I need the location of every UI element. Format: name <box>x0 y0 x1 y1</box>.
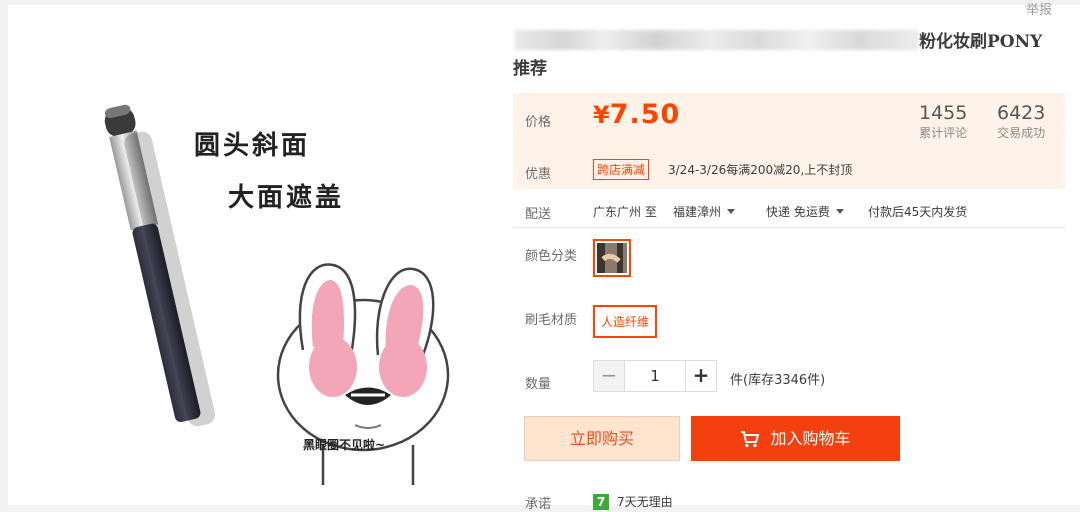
image-caption: 黑眼圈不见啦~ <box>303 438 386 452</box>
trades-label: 交易成功 <box>997 126 1046 140</box>
promise-label: 承诺 <box>525 497 552 512</box>
product-main-image[interactable]: 圆头斜面 大面遮盖 黑眼圈不见啦~ <box>8 5 498 505</box>
currency-symbol: ¥ <box>593 101 610 129</box>
section-divider <box>513 227 1065 228</box>
product-title: 粉化妆刷PONY 推荐 <box>513 29 1053 83</box>
shipping-origin: 广东广州 至 <box>593 205 657 219</box>
promo-badge[interactable]: 跨店满减 <box>593 159 650 180</box>
quantity-stepper: − 1 + <box>593 360 717 392</box>
price-value: ¥7.50 <box>593 99 680 130</box>
price-number: 7.50 <box>609 99 681 130</box>
shipping-destination-dropdown[interactable]: 福建漳州 <box>673 203 736 220</box>
shipping-label: 配送 <box>525 207 552 222</box>
swatch-thumbnail-image <box>597 243 627 273</box>
reviews-label: 累计评论 <box>919 126 968 140</box>
reviews-count: 1455 <box>919 102 968 124</box>
slogan-line-1: 圆头斜面 <box>194 131 311 161</box>
chevron-down-icon <box>727 209 736 214</box>
price-label: 价格 <box>525 115 552 130</box>
shipping-method: 快递 免运费 <box>766 205 830 219</box>
promise-text[interactable]: 7天无理由 <box>617 493 673 510</box>
quantity-increment-button[interactable]: + <box>685 360 717 392</box>
trades-stat: 6423 交易成功 <box>997 101 1045 141</box>
add-to-cart-button[interactable]: 加入购物车 <box>691 416 900 461</box>
reviews-stat[interactable]: 1455 累计评论 <box>919 101 967 141</box>
seven-day-return-icon: 7 <box>593 494 609 510</box>
chevron-down-icon <box>835 209 844 214</box>
cart-icon <box>741 431 760 448</box>
shipping-destination: 福建漳州 <box>673 205 722 219</box>
quantity-label: 数量 <box>525 377 552 392</box>
shipping-note: 付款后45天内发货 <box>868 205 968 219</box>
page-margin <box>0 0 8 505</box>
promo-text: 3/24-3/26每满200减20,上不封顶 <box>668 163 853 177</box>
product-card: 举报 圆头斜面 大面遮盖 黑眼圈不见啦~ 粉化妆刷PONY 推荐 价格 ¥7.5… <box>8 3 1080 512</box>
shipping-method-dropdown[interactable]: 快递 免运费 <box>766 203 844 220</box>
blurred-title-text <box>515 30 919 50</box>
stock-info: 件(库存3346件) <box>730 373 826 388</box>
color-swatch-selected[interactable] <box>593 239 631 277</box>
product-info-panel: 粉化妆刷PONY 推荐 价格 ¥7.50 1455 累计评论 6423 交易成功… <box>513 5 1065 512</box>
makeup-brush-illustration <box>104 104 216 427</box>
buy-now-button[interactable]: 立即购买 <box>524 416 680 461</box>
promo-label: 优惠 <box>525 167 552 182</box>
quantity-decrement-button[interactable]: − <box>593 360 625 392</box>
product-title-tail: 粉化妆刷PONY <box>919 32 1043 52</box>
price-section: 价格 ¥7.50 1455 累计评论 6423 交易成功 优惠 跨店满减 3/2… <box>513 93 1065 189</box>
material-label: 刷毛材质 <box>525 313 578 328</box>
material-option-selected[interactable]: 人造纤维 <box>593 305 658 338</box>
product-title-line2: 推荐 <box>513 59 547 79</box>
color-label: 颜色分类 <box>525 249 578 264</box>
quantity-input[interactable]: 1 <box>625 360 685 392</box>
trades-count: 6423 <box>997 102 1046 124</box>
slogan-line-2: 大面遮盖 <box>228 183 345 213</box>
add-to-cart-label: 加入购物车 <box>770 429 851 448</box>
